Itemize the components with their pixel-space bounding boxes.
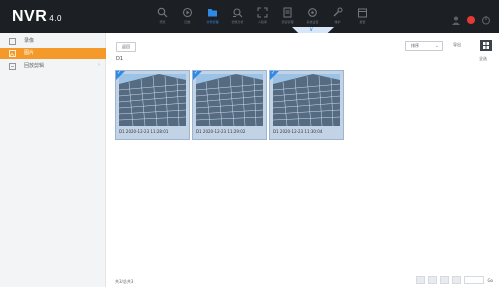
- snapshot-image: [196, 74, 263, 126]
- clip-icon: [9, 63, 16, 70]
- nav-alarm[interactable]: 报警: [350, 5, 375, 29]
- snapshot-image: [273, 74, 340, 126]
- main-content: 返回 D1 排序 ⌄ 导出 全选 ✓ D1 2020-12-23 11:28:0…: [107, 33, 499, 287]
- status-text: 共3/总共3: [115, 279, 134, 284]
- image-icon: [9, 50, 16, 57]
- folder-path: D1: [116, 56, 124, 62]
- alarm-icon[interactable]: [466, 10, 476, 24]
- view-toggle-button[interactable]: [480, 40, 492, 51]
- nav-channel[interactable]: 通道管理: [275, 5, 300, 29]
- smart-search-icon: [233, 8, 243, 18]
- nav-face[interactable]: 人脸库: [250, 5, 275, 29]
- thumbnail-grid: ✓ D1 2020-12-23 11:28:01 ✓ D1 2020-12-23…: [115, 70, 344, 140]
- next-page-button[interactable]: [440, 276, 450, 284]
- last-page-button[interactable]: [452, 276, 462, 284]
- power-icon[interactable]: [481, 10, 491, 25]
- sort-select[interactable]: 排序 ⌄: [405, 41, 443, 51]
- list-icon: [283, 7, 292, 18]
- top-right-icons: [451, 10, 491, 25]
- app-logo: NVR 4.0: [12, 8, 62, 25]
- select-all-checkbox[interactable]: 全选: [479, 56, 487, 62]
- playback-icon: [182, 7, 193, 18]
- main-nav: 预览 回放 文件管理 智能分析 人脸库 通道管理 系统设置 维护 报警: [150, 5, 375, 29]
- back-button[interactable]: 返回: [116, 42, 136, 52]
- thumbnail-item[interactable]: ✓ D1 2020-12-23 11:30:04: [269, 70, 344, 140]
- sidebar-item-video[interactable]: 录像: [0, 36, 106, 47]
- export-button[interactable]: 导出: [453, 42, 461, 48]
- thumbnail-item[interactable]: ✓ D1 2020-12-23 11:28:01: [115, 70, 190, 140]
- wrench-icon: [333, 7, 343, 17]
- face-icon: [257, 7, 268, 18]
- nav-playback[interactable]: 回放: [175, 5, 200, 29]
- search-icon: [157, 7, 168, 18]
- sidebar-item-picture[interactable]: 图片: [0, 48, 106, 59]
- top-bar: NVR 4.0 预览 回放 文件管理 智能分析 人脸库 通道管理 系统设置 维护…: [0, 0, 499, 33]
- calendar-icon: [358, 8, 367, 18]
- chevron-right-icon: ›: [98, 62, 100, 68]
- nav-maintain[interactable]: 维护: [325, 5, 350, 29]
- nav-file-manage[interactable]: 文件管理: [200, 5, 225, 29]
- page-number-input[interactable]: [464, 276, 485, 284]
- video-icon: [9, 38, 16, 45]
- sidebar-item-clip[interactable]: 回放剪辑 ›: [0, 61, 106, 72]
- grid-icon: [483, 42, 489, 49]
- prev-page-button[interactable]: [428, 276, 438, 284]
- sidebar: 录像 图片 回放剪辑 ›: [0, 33, 106, 287]
- snapshot-image: [119, 74, 186, 126]
- nav-preview[interactable]: 预览: [150, 5, 175, 29]
- user-icon[interactable]: [451, 10, 461, 25]
- chevron-down-icon: ⌄: [434, 43, 439, 49]
- settings-icon: [308, 8, 317, 17]
- go-button[interactable]: Go: [487, 278, 493, 283]
- nav-settings[interactable]: 系统设置: [300, 5, 325, 29]
- thumbnail-item[interactable]: ✓ D1 2020-12-23 11:29:02: [192, 70, 267, 140]
- pagination: Go: [416, 276, 493, 284]
- folder-icon: [208, 9, 217, 17]
- first-page-button[interactable]: [416, 276, 426, 284]
- nav-smart-search[interactable]: 智能分析: [225, 5, 250, 29]
